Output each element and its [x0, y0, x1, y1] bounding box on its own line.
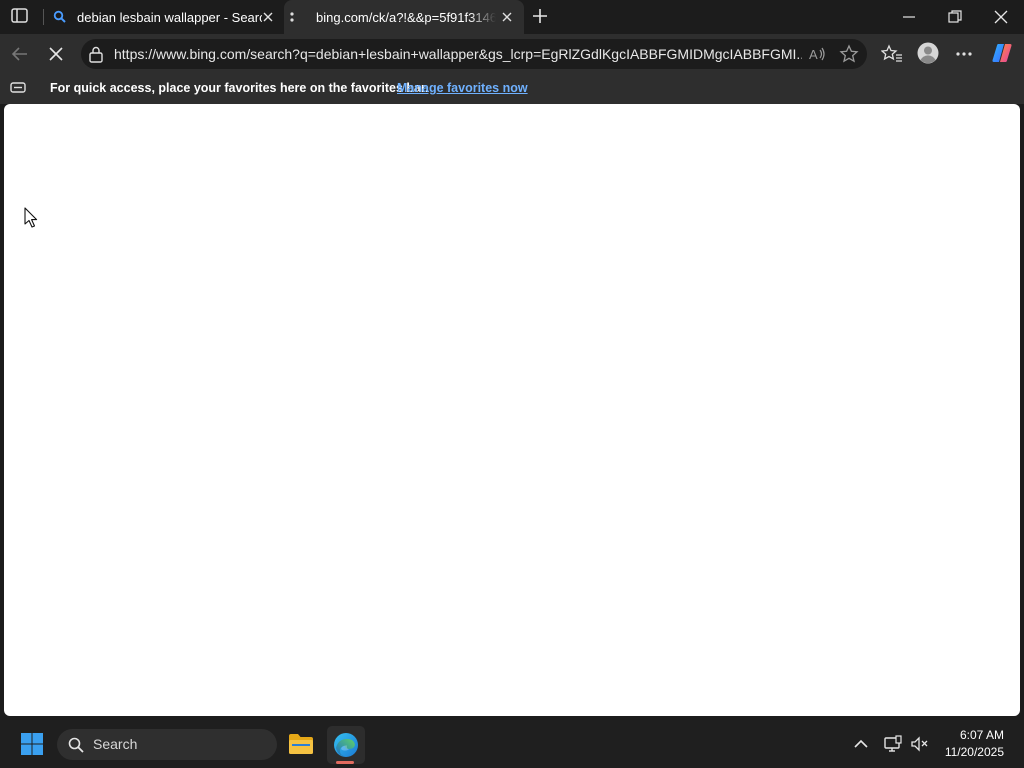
active-app-indicator	[336, 761, 354, 764]
url-text[interactable]: https://www.bing.com/search?q=debian+les…	[114, 45, 802, 63]
windows-start-icon[interactable]	[20, 732, 44, 756]
favorites-bar-message: For quick access, place your favorites h…	[50, 81, 429, 95]
page-content[interactable]	[4, 104, 1020, 716]
mouse-cursor-icon	[24, 207, 38, 229]
manage-favorites-link[interactable]: Manage favorites now	[397, 80, 528, 96]
taskbar-search-box[interactable]	[57, 729, 277, 760]
favorites-bar-icon	[9, 80, 27, 96]
clock-date[interactable]: 11/20/2025	[936, 745, 1004, 759]
svg-text:A: A	[809, 47, 818, 62]
file-explorer-icon[interactable]	[287, 731, 315, 757]
more-options-icon[interactable]	[954, 44, 974, 64]
restore-icon[interactable]	[945, 8, 965, 26]
bing-search-icon	[53, 10, 67, 24]
close-tab-icon[interactable]	[261, 10, 275, 24]
tab-search[interactable]: debian lesbain wallapper - Search	[44, 0, 284, 34]
favorite-star-icon[interactable]	[839, 44, 859, 64]
search-icon	[67, 736, 85, 754]
tab-title: debian lesbain wallapper - Search	[77, 9, 262, 25]
stop-loading-icon[interactable]	[46, 45, 66, 63]
chevron-up-icon[interactable]	[852, 736, 870, 752]
site-info-icon[interactable]	[88, 45, 104, 63]
back-icon[interactable]	[10, 45, 30, 63]
close-icon[interactable]	[991, 8, 1011, 26]
minimize-icon[interactable]	[899, 8, 919, 26]
network-icon[interactable]	[883, 735, 903, 753]
profile-avatar-icon[interactable]	[917, 42, 939, 64]
close-tab-icon[interactable]	[500, 10, 514, 24]
copilot-icon[interactable]	[990, 41, 1014, 65]
taskbar-search-placeholder: Search	[93, 736, 138, 752]
new-tab-icon[interactable]	[531, 7, 549, 25]
edge-icon	[332, 731, 360, 759]
tab-title: bing.com/ck/a?!&&p=5f91f3146...	[316, 9, 496, 25]
loading-dots-icon	[290, 10, 294, 24]
tab-actions-icon[interactable]	[10, 7, 30, 25]
read-aloud-icon[interactable]: A	[807, 44, 827, 64]
clock-time[interactable]: 6:07 AM	[936, 728, 1004, 742]
tab-active[interactable]: bing.com/ck/a?!&&p=5f91f3146...	[284, 0, 524, 34]
volume-muted-icon[interactable]	[910, 735, 930, 753]
favorites-icon[interactable]	[881, 44, 903, 64]
